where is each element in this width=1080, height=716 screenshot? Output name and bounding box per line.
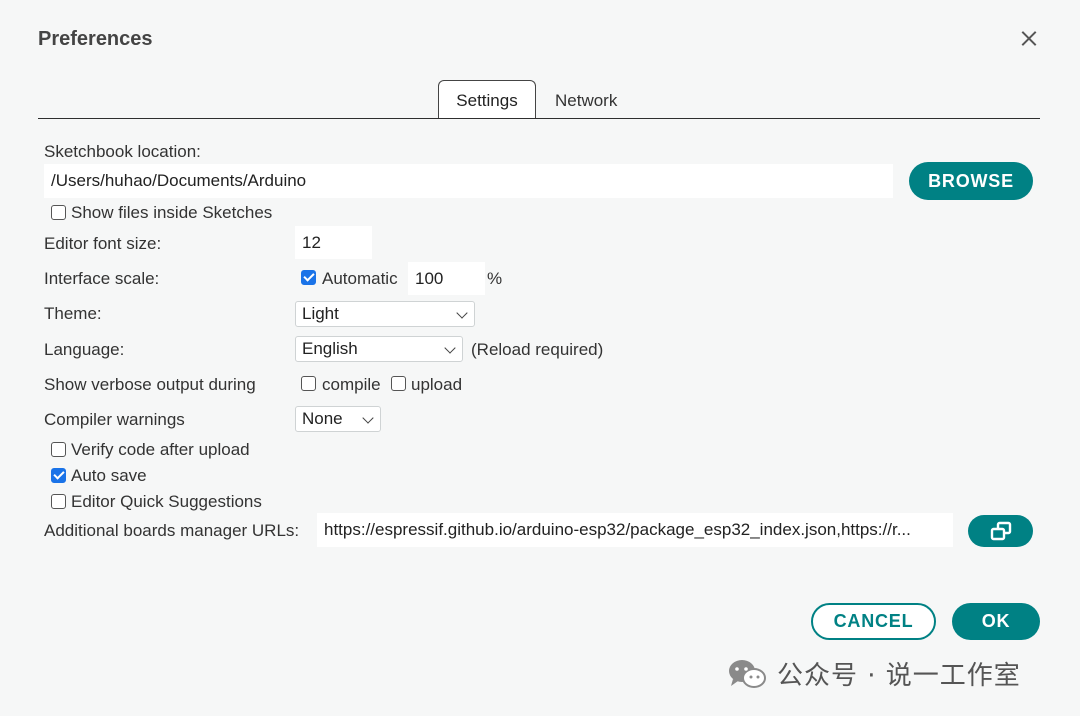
- watermark-text: 公众号 · 说一工作室: [777, 661, 1021, 691]
- wechat-icon: [729, 659, 766, 688]
- browse-button[interactable]: BROWSE: [909, 162, 1033, 200]
- verbose-compile-checkbox[interactable]: [301, 376, 316, 391]
- quick-suggestions-label: Editor Quick Suggestions: [71, 492, 262, 511]
- scale-automatic-label: Automatic: [322, 269, 398, 288]
- show-files-label: Show files inside Sketches: [71, 203, 273, 222]
- verbose-compile-label: compile: [322, 375, 381, 394]
- scale-unit: %: [487, 269, 503, 288]
- tab-network[interactable]: Network: [555, 91, 617, 111]
- autosave-checkbox[interactable]: [51, 468, 66, 483]
- boards-urls-label: Additional boards manager URLs:: [44, 521, 300, 540]
- compiler-warnings-label: Compiler warnings: [44, 410, 185, 429]
- theme-label: Theme:: [44, 304, 102, 323]
- theme-value: Light: [302, 304, 339, 323]
- quick-suggestions-checkbox[interactable]: [51, 494, 66, 509]
- interface-scale-label: Interface scale:: [44, 269, 160, 288]
- chevron-down-icon: [362, 412, 374, 424]
- dialog-title: Preferences: [38, 28, 153, 50]
- verify-label: Verify code after upload: [71, 440, 250, 459]
- open-urls-button[interactable]: [968, 515, 1033, 547]
- chevron-down-icon: [456, 307, 468, 319]
- ok-button[interactable]: OK: [952, 603, 1040, 640]
- font-size-label: Editor font size:: [44, 234, 162, 253]
- language-label: Language:: [44, 340, 125, 359]
- chevron-down-icon: [444, 342, 456, 354]
- autosave-label: Auto save: [71, 466, 147, 485]
- sketchbook-label: Sketchbook location:: [44, 142, 201, 161]
- scale-automatic-checkbox[interactable]: [301, 270, 316, 285]
- scale-value-input[interactable]: 100: [408, 262, 485, 295]
- verify-checkbox[interactable]: [51, 442, 66, 457]
- tab-settings[interactable]: Settings: [438, 80, 536, 119]
- open-window-icon: [990, 521, 1011, 541]
- verbose-label: Show verbose output during: [44, 375, 256, 394]
- verbose-upload-checkbox[interactable]: [391, 376, 406, 391]
- tab-divider: [38, 118, 1040, 119]
- language-value: English: [302, 339, 358, 358]
- show-files-checkbox[interactable]: [51, 205, 66, 220]
- sketchbook-path-input[interactable]: /Users/huhao/Documents/Arduino: [44, 164, 893, 198]
- language-select[interactable]: English: [295, 336, 463, 362]
- compiler-warnings-select[interactable]: None: [295, 406, 381, 432]
- cancel-button[interactable]: CANCEL: [811, 603, 936, 640]
- language-note: (Reload required): [471, 340, 604, 359]
- compiler-warnings-value: None: [302, 409, 343, 428]
- boards-urls-input[interactable]: https://espressif.github.io/arduino-esp3…: [317, 513, 953, 547]
- watermark: 公众号 · 说一工作室: [727, 655, 1021, 692]
- theme-select[interactable]: Light: [295, 301, 475, 327]
- close-icon[interactable]: [1016, 26, 1042, 52]
- verbose-upload-label: upload: [411, 375, 463, 394]
- font-size-input[interactable]: 12: [295, 226, 372, 259]
